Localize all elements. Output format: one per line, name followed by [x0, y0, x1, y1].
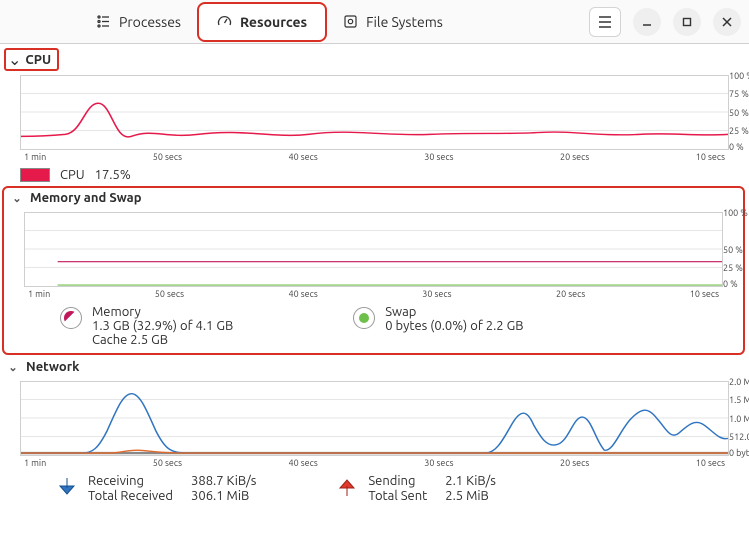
xlabel: 10 secs [690, 289, 719, 299]
network-chart: 2.0 MiB/s 1.5 MiB/s 1.0 MiB/s 512.0 KiB/… [20, 381, 729, 468]
memswap-chart: 100 % 50 % 25 % 0 % 1 min 50 secs 40 sec… [24, 212, 723, 299]
rx-label: Receiving [88, 474, 173, 488]
xlabel: 20 secs [560, 458, 589, 468]
tabset: Processes Resources File Systems [78, 4, 461, 40]
network-section: ⌄ Network 2.0 MiB/s 1.5 MiB/s 1.0 MiB/s … [0, 357, 749, 503]
xlabel: 50 secs [155, 289, 184, 299]
cpu-legend: CPU 17.5% [20, 168, 749, 182]
memswap-title: Memory and Swap [30, 191, 142, 205]
xlabel: 50 secs [153, 458, 182, 468]
network-info: Receiving 388.7 KiB/s Total Received 306… [56, 474, 749, 503]
xlabel: 40 secs [289, 458, 318, 468]
chevron-down-icon: ⌄ [10, 192, 24, 205]
ylabel: 100 % [729, 71, 749, 81]
cpu-xaxis: 1 min 50 secs 40 secs 30 secs 20 secs 10… [20, 152, 729, 162]
ylabel: 512.0 KiB/s [729, 432, 749, 442]
tab-resources[interactable]: Resources [199, 4, 325, 40]
memswap-section-header[interactable]: ⌄ Memory and Swap [4, 188, 743, 208]
tab-filesystems-label: File Systems [366, 14, 443, 30]
ylabel: 1.5 MiB/s [729, 395, 749, 405]
receiving-info: Receiving 388.7 KiB/s Total Received 306… [56, 474, 256, 503]
memswap-xaxis: 1 min 50 secs 40 secs 30 secs 20 secs 10… [24, 289, 723, 299]
memory-pie-icon[interactable] [60, 307, 82, 329]
network-xaxis: 1 min 50 secs 40 secs 30 secs 20 secs 10… [20, 458, 729, 468]
cpu-title: CPU [25, 53, 51, 67]
memory-label: Memory [92, 305, 233, 319]
swap-usage: 0 bytes (0.0%) of 2.2 GB [385, 319, 523, 333]
tx-total-label: Total Sent [368, 489, 427, 503]
tab-processes-label: Processes [119, 14, 181, 30]
rx-total: 306.1 MiB [191, 489, 256, 503]
cpu-legend-label: CPU [60, 168, 85, 182]
ylabel: 1.0 MiB/s [729, 414, 749, 424]
upload-arrow-icon [336, 476, 358, 498]
ylabel: 0 bytes/s [729, 448, 749, 458]
xlabel: 30 secs [422, 289, 451, 299]
memswap-yaxis: 100 % 50 % 25 % 0 % [723, 212, 749, 299]
chevron-down-icon: ⌄ [6, 361, 20, 374]
memory-cache: Cache 2.5 GB [92, 333, 233, 347]
cpu-section-header[interactable]: ⌄ CPU [4, 48, 59, 71]
ylabel: 25 % [729, 126, 749, 136]
xlabel: 10 secs [696, 458, 725, 468]
xlabel: 50 secs [153, 152, 182, 162]
maximize-button[interactable] [673, 8, 701, 36]
network-yaxis: 2.0 MiB/s 1.5 MiB/s 1.0 MiB/s 512.0 KiB/… [729, 381, 749, 468]
disk-icon [343, 14, 358, 29]
speedometer-icon [217, 14, 232, 29]
tab-filesystems[interactable]: File Systems [325, 4, 461, 40]
swap-pie-icon[interactable] [353, 307, 375, 329]
ylabel: 25 % [723, 263, 743, 273]
ylabel: 50 % [729, 108, 749, 118]
window-buttons [589, 7, 741, 37]
cpu-percent: 17.5% [95, 168, 131, 182]
tx-total: 2.5 MiB [445, 489, 496, 503]
ylabel: 2.0 MiB/s [729, 377, 749, 387]
swap-info: Swap 0 bytes (0.0%) of 2.2 GB [353, 305, 523, 347]
xlabel: 40 secs [289, 152, 318, 162]
cpu-yaxis: 100 % 75 % 50 % 25 % 0 % [729, 75, 749, 162]
xlabel: 20 secs [560, 152, 589, 162]
tx-label: Sending [368, 474, 427, 488]
memory-info: Memory 1.3 GB (32.9%) of 4.1 GB Cache 2.… [60, 305, 233, 347]
rx-total-label: Total Received [88, 489, 173, 503]
swap-label: Swap [385, 305, 523, 319]
ylabel: 75 % [729, 89, 749, 99]
network-title: Network [26, 360, 79, 374]
memory-swap-section: ⌄ Memory and Swap 100 % 50 % 25 % 0 % 1 … [2, 186, 745, 355]
chevron-down-icon: ⌄ [8, 50, 21, 69]
close-button[interactable] [713, 8, 741, 36]
tab-processes[interactable]: Processes [78, 4, 199, 40]
cpu-chart: 100 % 75 % 50 % 25 % 0 % 1 min 50 secs 4… [20, 75, 729, 162]
menu-button[interactable] [589, 7, 621, 37]
tab-resources-label: Resources [240, 14, 307, 30]
ylabel: 0 % [723, 279, 738, 289]
process-list-icon [96, 14, 111, 29]
cpu-section: ⌄ CPU 100 % 75 % 50 % 25 % 0 % 1 min 50 … [0, 44, 749, 182]
xlabel: 1 min [28, 289, 50, 299]
ylabel: 0 % [729, 142, 744, 152]
ylabel: 50 % [723, 245, 743, 255]
memory-usage: 1.3 GB (32.9%) of 4.1 GB [92, 319, 233, 333]
xlabel: 30 secs [424, 458, 453, 468]
xlabel: 40 secs [289, 289, 318, 299]
network-section-header[interactable]: ⌄ Network [0, 357, 749, 377]
cpu-swatch[interactable] [20, 168, 50, 182]
xlabel: 30 secs [424, 152, 453, 162]
xlabel: 1 min [24, 152, 46, 162]
xlabel: 10 secs [696, 152, 725, 162]
minimize-button[interactable] [633, 8, 661, 36]
xlabel: 20 secs [556, 289, 585, 299]
rx-rate: 388.7 KiB/s [191, 474, 256, 488]
sending-info: Sending 2.1 KiB/s Total Sent 2.5 MiB [336, 474, 496, 503]
memswap-info: Memory 1.3 GB (32.9%) of 4.1 GB Cache 2.… [60, 305, 743, 347]
ylabel: 100 % [723, 208, 748, 218]
headerbar: Processes Resources File Systems [0, 0, 749, 44]
xlabel: 1 min [24, 458, 46, 468]
download-arrow-icon [56, 476, 78, 498]
tx-rate: 2.1 KiB/s [445, 474, 496, 488]
